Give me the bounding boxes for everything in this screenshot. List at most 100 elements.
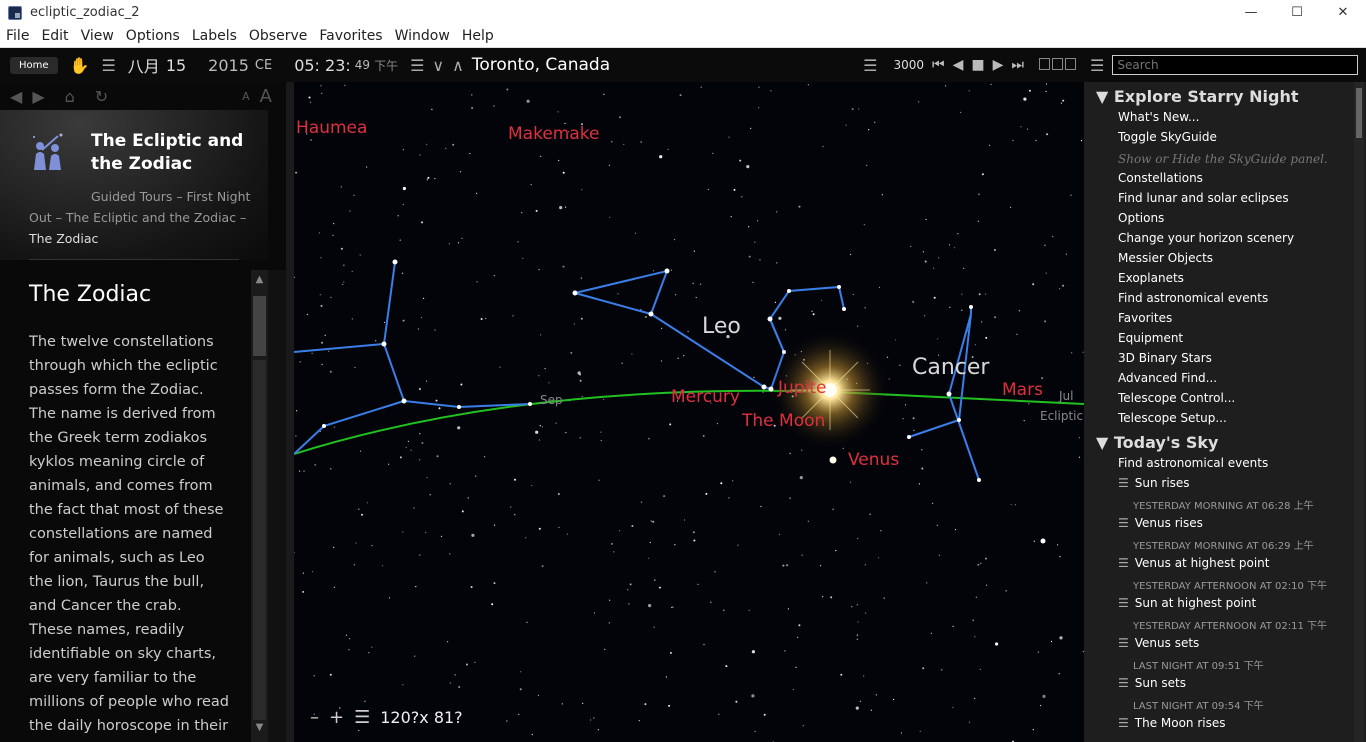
- item-find-events[interactable]: Find astronomical events: [1118, 291, 1268, 305]
- date-day[interactable]: 15: [166, 56, 186, 75]
- label-mercury[interactable]: Mercury: [671, 387, 740, 407]
- rate-menu-icon[interactable]: ☰: [863, 56, 877, 75]
- skip-forward-icon[interactable]: ⏭: [1011, 57, 1024, 73]
- label-venus[interactable]: Venus: [848, 450, 899, 470]
- label-haumea[interactable]: Haumea: [296, 118, 367, 138]
- time-ampm[interactable]: 下午: [374, 57, 398, 74]
- layout-icon-2[interactable]: [1052, 58, 1063, 70]
- event-menu-icon[interactable]: ☰: [1118, 516, 1129, 530]
- stop-icon[interactable]: ■: [971, 57, 984, 73]
- label-makemake[interactable]: Makemake: [508, 124, 599, 144]
- location-label[interactable]: Toronto, Canada: [472, 55, 610, 75]
- date-month[interactable]: 八月: [128, 53, 160, 77]
- font-small-button[interactable]: A: [242, 90, 250, 103]
- field-of-view[interactable]: 120?x 81?: [380, 708, 462, 727]
- section-explore[interactable]: ▼ Explore Starry Night: [1096, 87, 1299, 106]
- item-binary-stars[interactable]: 3D Binary Stars: [1118, 351, 1212, 365]
- item-eclipses[interactable]: Find lunar and solar eclipses: [1118, 191, 1289, 205]
- menu-icon[interactable]: ☰: [101, 56, 115, 75]
- item-whats-new[interactable]: What's New...: [1118, 110, 1199, 124]
- item-telescope-setup[interactable]: Telescope Setup...: [1118, 411, 1227, 425]
- location-menu-icon[interactable]: ☰: [410, 56, 424, 75]
- event-item[interactable]: ☰ Venus at highest point: [1118, 556, 1270, 570]
- collapse-icon[interactable]: ▼: [1096, 87, 1108, 106]
- item-advanced-find[interactable]: Advanced Find...: [1118, 371, 1217, 385]
- close-button[interactable]: ✕: [1320, 0, 1366, 25]
- panel-splitter[interactable]: [286, 82, 294, 742]
- menu-options[interactable]: Options: [120, 25, 186, 48]
- scroll-thumb[interactable]: [253, 296, 266, 356]
- layout-toggle[interactable]: [1039, 58, 1076, 70]
- zoom-menu-icon[interactable]: ☰: [354, 707, 370, 728]
- label-moon[interactable]: The Moon: [742, 411, 825, 431]
- step-back-icon[interactable]: ◀: [953, 57, 964, 73]
- label-jupiter[interactable]: Jupite: [778, 378, 826, 398]
- event-item[interactable]: ☰ Venus rises: [1118, 516, 1203, 530]
- date-era[interactable]: CE: [255, 58, 272, 73]
- event-item[interactable]: ☰ Sun sets: [1118, 676, 1186, 690]
- menu-edit[interactable]: Edit: [35, 25, 74, 48]
- event-item[interactable]: ☰ The Moon rises: [1118, 716, 1226, 730]
- item-horizon[interactable]: Change your horizon scenery: [1118, 231, 1294, 245]
- skip-back-icon[interactable]: ⏮: [932, 57, 945, 73]
- chevron-up-icon[interactable]: ∧: [452, 56, 464, 75]
- chevron-down-icon[interactable]: ∨: [432, 56, 444, 75]
- event-menu-icon[interactable]: ☰: [1118, 556, 1129, 570]
- event-menu-icon[interactable]: ☰: [1118, 636, 1129, 650]
- event-item[interactable]: ☰ Sun rises: [1118, 476, 1190, 490]
- refresh-icon[interactable]: ↻: [95, 87, 108, 106]
- minimize-button[interactable]: —: [1228, 0, 1274, 25]
- item-telescope-control[interactable]: Telescope Control...: [1118, 391, 1235, 405]
- zoom-out-icon[interactable]: –: [310, 707, 319, 728]
- item-equipment[interactable]: Equipment: [1118, 331, 1183, 345]
- section-todays-sky[interactable]: ▼ Today's Sky: [1096, 433, 1218, 452]
- event-item[interactable]: ☰ Venus sets: [1118, 636, 1199, 650]
- maximize-button[interactable]: ☐: [1274, 0, 1320, 25]
- item-options[interactable]: Options: [1118, 211, 1164, 225]
- event-menu-icon[interactable]: ☰: [1118, 676, 1129, 690]
- time-rate[interactable]: 3000: [893, 58, 924, 72]
- sidebar-menu-icon[interactable]: ☰: [1090, 56, 1104, 75]
- sky-view[interactable]: Haumea Makemake Mercury Jupite The Moon …: [294, 82, 1084, 742]
- item-constellations[interactable]: Constellations: [1118, 171, 1203, 185]
- event-menu-icon[interactable]: ☰: [1118, 476, 1129, 490]
- zoom-in-icon[interactable]: +: [329, 707, 344, 728]
- menu-file[interactable]: File: [0, 25, 35, 48]
- scroll-up-icon[interactable]: ▲: [253, 274, 266, 285]
- layout-icon-3[interactable]: [1065, 58, 1076, 70]
- play-icon[interactable]: ▶: [993, 57, 1004, 73]
- scroll-down-icon[interactable]: ▼: [253, 722, 266, 733]
- back-icon[interactable]: ◀: [10, 87, 22, 106]
- menu-window[interactable]: Window: [389, 25, 456, 48]
- menu-view[interactable]: View: [75, 25, 120, 48]
- menu-observe[interactable]: Observe: [243, 25, 313, 48]
- time-display[interactable]: 05: 23:: [294, 56, 351, 75]
- time-seconds[interactable]: 49: [355, 58, 370, 72]
- collapse-icon[interactable]: ▼: [1096, 433, 1108, 452]
- event-menu-icon[interactable]: ☰: [1118, 596, 1129, 610]
- menu-labels[interactable]: Labels: [186, 25, 243, 48]
- search-input[interactable]: [1112, 55, 1359, 75]
- layout-icon-1[interactable]: [1039, 58, 1050, 70]
- forward-icon[interactable]: ▶: [32, 87, 44, 106]
- date-year[interactable]: 2015: [208, 56, 249, 75]
- item-toggle-skyguide[interactable]: Toggle SkyGuide: [1118, 130, 1217, 144]
- item-todays-find-events[interactable]: Find astronomical events: [1118, 456, 1268, 470]
- article-scrollbar[interactable]: ▲ ▼: [251, 270, 268, 742]
- breadcrumb-path[interactable]: Guided Tours – First Night Out – The Ecl…: [29, 189, 250, 225]
- home-button[interactable]: Home: [10, 56, 58, 74]
- sidebar-scrollbar[interactable]: [1354, 82, 1364, 742]
- sidebar-scroll-thumb[interactable]: [1356, 88, 1362, 138]
- label-mars[interactable]: Mars: [1002, 380, 1043, 400]
- constellation-cancer[interactable]: Cancer: [912, 355, 989, 380]
- item-messier[interactable]: Messier Objects: [1118, 251, 1213, 265]
- constellation-leo[interactable]: Leo: [702, 314, 741, 339]
- font-large-button[interactable]: A: [260, 86, 272, 107]
- menu-help[interactable]: Help: [456, 25, 500, 48]
- hand-icon[interactable]: ✋: [70, 56, 90, 75]
- item-favorites[interactable]: Favorites: [1118, 311, 1172, 325]
- scroll-track[interactable]: [253, 360, 266, 720]
- event-menu-icon[interactable]: ☰: [1118, 716, 1129, 730]
- item-exoplanets[interactable]: Exoplanets: [1118, 271, 1184, 285]
- event-item[interactable]: ☰ Sun at highest point: [1118, 596, 1256, 610]
